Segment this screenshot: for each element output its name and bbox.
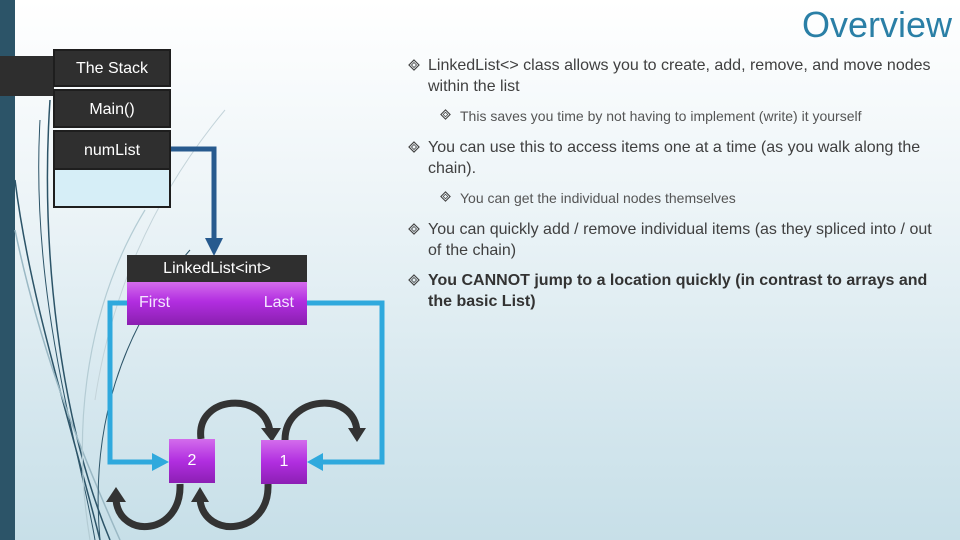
bullet-item: You can get the individual nodes themsel… (408, 188, 948, 209)
next-link-2-to-1 (197, 399, 274, 440)
list-node: 2 (169, 439, 215, 483)
bullet-item: You can quickly add / remove individual … (408, 219, 948, 261)
bullet-item: This saves you time by not having to imp… (408, 106, 948, 127)
diamond-bullet-icon (408, 274, 420, 286)
diamond-bullet-icon (408, 141, 420, 153)
linkedlist-object: LinkedList<int> First Last (127, 255, 307, 325)
bullet-text: You CANNOT jump to a location quickly (i… (428, 272, 928, 310)
bullet-item: You CANNOT jump to a location quickly (i… (408, 270, 948, 312)
bullet-list: LinkedList<> class allows you to create,… (408, 55, 948, 321)
bullet-text: You can use this to access items one at … (428, 139, 921, 177)
next-link-1-out (281, 399, 361, 441)
bullet-text: LinkedList<> class allows you to create,… (428, 57, 931, 95)
diamond-bullet-icon (408, 59, 420, 71)
bullet-text: You can get the individual nodes themsel… (460, 190, 736, 206)
diamond-bullet-icon (408, 223, 420, 235)
bullet-text: You can quickly add / remove individual … (428, 221, 932, 259)
list-node: 1 (261, 440, 307, 484)
bullet-item: LinkedList<> class allows you to create,… (408, 55, 948, 97)
first-label: First (139, 294, 171, 311)
first-pointer-head (152, 453, 169, 471)
reference-arrow-head (205, 238, 223, 256)
diamond-bullet-icon (440, 109, 451, 120)
reference-arrow-line (171, 146, 217, 240)
prev-link-1-to-2 (196, 483, 272, 531)
last-label: Last (263, 294, 294, 311)
bullet-item: You can use this to access items one at … (408, 137, 948, 179)
first-pointer-line (107, 300, 155, 465)
diamond-bullet-icon (440, 191, 451, 202)
last-pointer-line (307, 300, 385, 465)
bullet-text: This saves you time by not having to imp… (460, 108, 862, 124)
last-pointer-head (307, 453, 323, 471)
linkedlist-body: First Last (127, 282, 307, 325)
prev-link-2-out (112, 483, 184, 531)
linkedlist-header: LinkedList<int> (127, 255, 307, 282)
